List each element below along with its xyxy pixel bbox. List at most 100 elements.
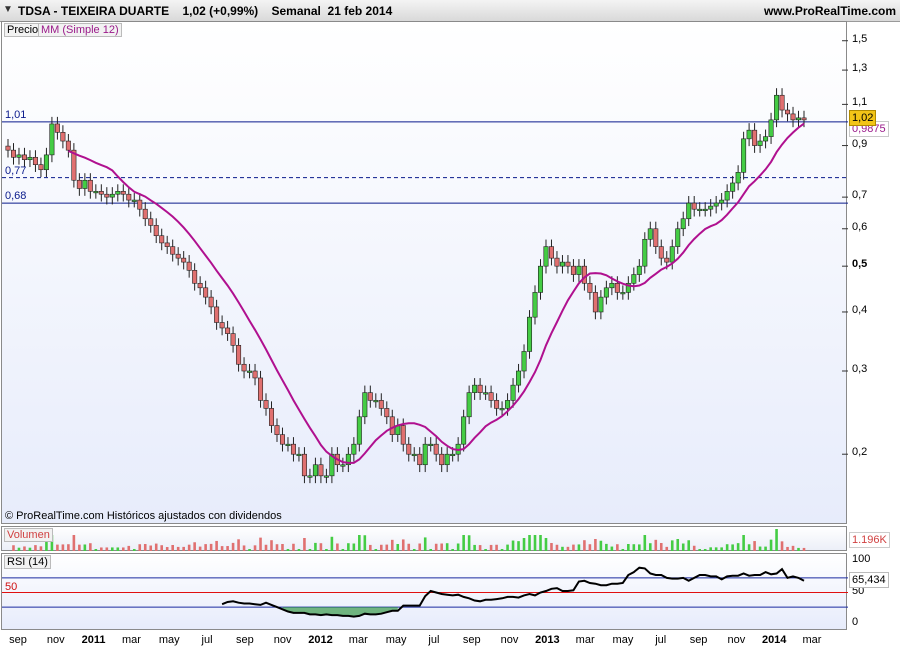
candle-body	[565, 261, 571, 267]
time-tick-jul: jul	[201, 634, 213, 646]
candle-body	[537, 265, 543, 293]
candle-body	[115, 191, 121, 195]
volume-bar	[374, 549, 378, 551]
volume-bar	[786, 546, 789, 551]
candle-body	[38, 164, 44, 171]
volume-bar	[517, 541, 520, 551]
candle-body	[466, 392, 472, 418]
volume-bar	[440, 543, 443, 551]
rsi-label[interactable]: RSI (14)	[4, 555, 51, 569]
candle-body	[186, 261, 192, 271]
precio-label[interactable]: Precio	[4, 23, 42, 37]
rsi-tick-100: 100	[852, 553, 871, 565]
candle-body	[175, 253, 181, 259]
candle-body	[241, 363, 247, 372]
candle-body	[702, 208, 708, 212]
time-tick-2011: 2011	[81, 634, 106, 646]
rsi-panel[interactable]: RSI (14) 50	[1, 553, 848, 630]
volume-bar	[703, 549, 707, 551]
candle-body	[532, 292, 538, 318]
candle-body	[598, 296, 604, 313]
candle-body	[746, 129, 752, 140]
volume-bar	[111, 547, 114, 551]
candle-body	[428, 443, 434, 446]
candle-body	[269, 408, 275, 426]
time-tick-may: may	[385, 634, 407, 646]
candle-body	[351, 443, 357, 455]
volume-bar	[577, 544, 581, 551]
candle-body	[21, 154, 27, 161]
candle-body	[76, 179, 82, 189]
volume-bar	[61, 544, 65, 551]
volume-bar	[347, 543, 350, 551]
instrument-title: TDSA - TEIXEIRA DUARTE 1,02 (+0,99%) Sem…	[18, 4, 393, 18]
volume-bar	[566, 546, 570, 551]
candle-body	[576, 265, 582, 275]
candle-body	[197, 282, 203, 289]
volume-bar	[632, 544, 636, 551]
candle-body	[159, 235, 165, 244]
price-axis[interactable]: 1,5 1,3 1,1 0,9 0,7 0,6 0,5 0,4 0,3 0,2 …	[848, 21, 900, 524]
volume-bar	[665, 546, 669, 551]
price-chart-svg[interactable]	[2, 22, 848, 525]
candle-body	[307, 475, 313, 478]
volume-bar	[599, 540, 603, 551]
time-tick-2014: 2014	[761, 634, 787, 646]
time-tick-nov: nov	[46, 634, 65, 646]
volume-bar	[544, 538, 548, 551]
candle-body	[417, 453, 423, 466]
volume-bar	[341, 549, 345, 551]
volume-bar	[363, 535, 367, 551]
volume-bar	[621, 549, 625, 551]
volume-bar	[23, 546, 26, 551]
volume-bar	[533, 535, 537, 551]
volume-bar	[401, 539, 405, 551]
volume-bar	[78, 544, 81, 551]
volume-bar	[495, 544, 498, 551]
candle-body	[290, 443, 296, 455]
site-url[interactable]: www.ProRealTime.com	[764, 4, 896, 18]
volume-bar	[467, 535, 471, 551]
candle-body	[384, 408, 390, 418]
candle-body	[230, 333, 236, 346]
volume-label[interactable]: Volumen	[4, 528, 53, 542]
time-tick-mar: mar	[348, 634, 368, 646]
rsi-value-tag: 65,434	[849, 572, 889, 588]
volume-bar	[297, 549, 301, 551]
collapse-chevron-icon[interactable]: ▼	[3, 4, 13, 15]
volume-bar	[319, 543, 323, 551]
price-panel[interactable]: Precio MM (Simple 12) © ProRealTime.com …	[1, 21, 848, 525]
volume-bar	[742, 535, 745, 551]
ma-label[interactable]: MM (Simple 12)	[38, 23, 122, 37]
volume-bar	[193, 542, 196, 551]
volume-bar	[182, 546, 185, 551]
volume-bar	[522, 538, 526, 551]
volume-bar	[528, 535, 531, 551]
candle-body	[192, 270, 198, 284]
volume-bar	[698, 549, 701, 551]
volume-bar	[83, 544, 87, 551]
candle-body	[164, 242, 170, 247]
volume-bar	[231, 542, 235, 551]
volume-bar	[687, 540, 691, 551]
volume-bar	[198, 546, 202, 551]
candle-body	[719, 199, 725, 204]
candle-body	[647, 228, 653, 240]
candle-body	[713, 202, 719, 207]
candle-body	[757, 140, 763, 146]
volume-bar	[434, 543, 438, 551]
candle-body	[312, 464, 318, 477]
candle-body	[274, 425, 280, 435]
rsi-50-label: 50	[5, 581, 18, 593]
price-tick-0-9: 0,9	[852, 137, 868, 150]
volume-panel[interactable]: Volumen	[1, 526, 847, 551]
candle-body	[82, 179, 88, 189]
candle-body	[752, 129, 758, 146]
volume-bar	[731, 544, 734, 551]
volume-bar	[720, 547, 723, 551]
volume-bar	[407, 543, 411, 551]
price-tick-1-5: 1,5	[852, 32, 868, 45]
candle-body	[60, 132, 66, 142]
volume-axis: 1.196K	[848, 526, 900, 551]
volume-bar	[758, 546, 762, 551]
